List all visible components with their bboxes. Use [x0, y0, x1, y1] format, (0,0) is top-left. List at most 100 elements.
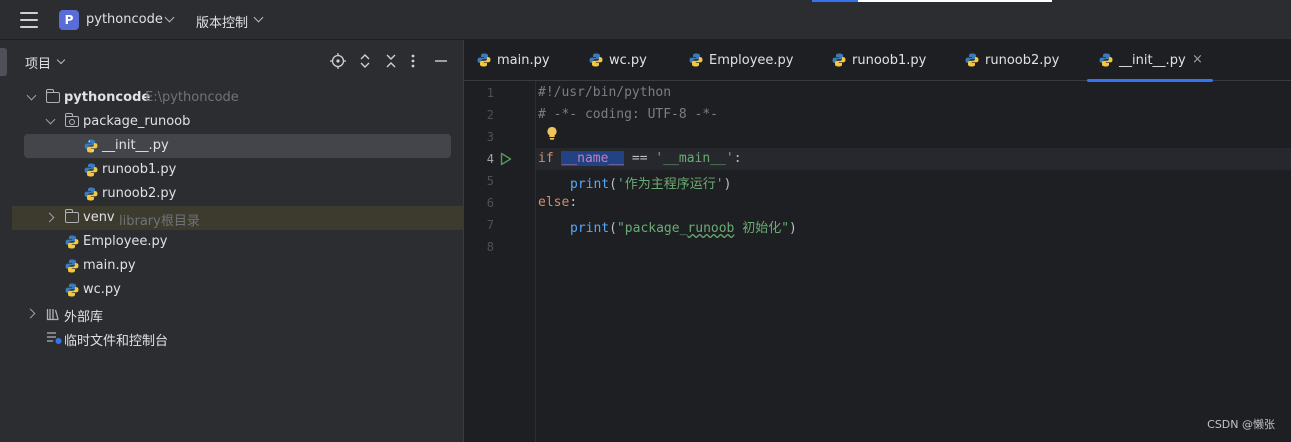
tree-item-scratches[interactable]: 临时文件和控制台 — [12, 326, 463, 350]
folder-icon — [65, 209, 79, 223]
tree-item-init-py[interactable]: __init__.py — [24, 134, 451, 158]
lightbulb-icon[interactable] — [546, 126, 558, 142]
tree-label: package_runoob — [83, 114, 191, 129]
python-file-icon — [477, 53, 491, 67]
tab-wc-py[interactable]: wc.py — [589, 40, 669, 81]
line-number: 2 — [486, 108, 494, 122]
tree-item-package-runoob[interactable]: package_runoob — [12, 110, 463, 134]
watermark: CSDN @懒张 — [1207, 418, 1275, 431]
code-line-4[interactable]: if __name__ == '__main__': — [538, 151, 742, 166]
progress-accent — [812, 0, 858, 2]
panel-title-label: 项目 — [25, 57, 52, 72]
line-number: 3 — [486, 130, 494, 144]
code-line-7[interactable]: print("package_runoob 初始化") — [570, 217, 797, 236]
line-number: 7 — [486, 218, 494, 232]
tree-label: runoob1.py — [102, 162, 177, 177]
tree-label: main.py — [83, 258, 136, 273]
tree-label: pythoncode — [64, 90, 151, 105]
project-tool-button[interactable] — [0, 48, 7, 76]
code-line-6[interactable]: else: — [538, 195, 577, 210]
tree-label: 临时文件和控制台 — [64, 334, 169, 349]
progress-track — [858, 0, 1052, 2]
tree-hint: library根目录 — [119, 214, 200, 229]
tree-label: venv — [83, 210, 115, 225]
tab-label: Employee.py — [709, 53, 794, 68]
tree-item-pythoncode[interactable]: pythoncode E:\pythoncode — [12, 86, 463, 110]
string-literal: "package_ — [616, 221, 688, 236]
panel-title[interactable]: 项目 — [25, 53, 51, 72]
tree-item-main-py[interactable]: main.py — [12, 254, 463, 278]
chevron-down-icon[interactable] — [56, 55, 66, 65]
python-file-icon — [965, 53, 979, 67]
library-icon — [46, 309, 59, 321]
function-name: print — [570, 177, 610, 192]
tab-runoob2-py[interactable]: runoob2.py — [965, 40, 1075, 81]
tab-label: runoob2.py — [985, 53, 1060, 68]
gutter-divider — [535, 81, 536, 442]
close-icon[interactable]: × — [1192, 52, 1203, 67]
scratches-icon — [47, 332, 62, 344]
vcs-menu[interactable]: 版本控制 — [196, 12, 248, 31]
project-badge[interactable]: P — [59, 10, 79, 30]
line-number: 5 — [486, 174, 494, 188]
chevron-right-icon[interactable] — [25, 308, 36, 319]
chevron-right-icon[interactable] — [44, 212, 55, 223]
line-number: 6 — [486, 196, 494, 210]
tree-item-runoob2-py[interactable]: runoob2.py — [12, 182, 463, 206]
code-line-2[interactable]: # -*- coding: UTF-8 -*- — [538, 107, 718, 122]
chevron-down-icon[interactable] — [164, 12, 175, 23]
tree-label: __init__.py — [102, 138, 169, 153]
tree-item-runoob1-py[interactable]: runoob1.py — [12, 158, 463, 182]
line-number: 4 — [486, 152, 494, 166]
tree-item-venv[interactable]: venv library根目录 — [12, 206, 463, 230]
python-file-icon — [84, 139, 98, 153]
hide-panel-icon[interactable] — [434, 53, 448, 69]
tree-item-wc-py[interactable]: wc.py — [12, 278, 463, 302]
python-file-icon — [84, 187, 98, 201]
tree-label: runoob2.py — [102, 186, 177, 201]
python-file-icon — [84, 163, 98, 177]
python-file-icon — [65, 259, 79, 273]
keyword-else: else — [538, 195, 570, 210]
selected-variable: __name__ — [561, 151, 625, 166]
python-file-icon — [1099, 53, 1113, 67]
code-line-5[interactable]: print('作为主程序运行') — [570, 173, 731, 192]
project-switcher[interactable]: pythoncode — [86, 12, 163, 27]
tree-hint: E:\pythoncode — [145, 90, 239, 105]
chevron-down-icon[interactable] — [253, 12, 264, 23]
tree-label: 外部库 — [64, 310, 104, 325]
python-file-icon — [832, 53, 846, 67]
tree-item-external-libraries[interactable]: 外部库 — [12, 302, 463, 326]
tool-window-strip — [0, 40, 12, 442]
locate-icon[interactable] — [330, 53, 346, 69]
tab-runoob1-py[interactable]: runoob1.py — [832, 40, 942, 81]
vcs-label: 版本控制 — [196, 16, 249, 31]
python-file-icon — [689, 53, 703, 67]
paren: ) — [789, 221, 797, 236]
editor-area: main.py wc.py Employee.py runoob1.py run… — [463, 40, 1291, 442]
tab-employee-py[interactable]: Employee.py — [689, 40, 809, 81]
line-number: 8 — [486, 240, 494, 254]
tab-main-py[interactable]: main.py — [477, 40, 567, 81]
tab-init-py[interactable]: __init__.py × — [1087, 40, 1213, 82]
code-line-1[interactable]: #!/usr/bin/python — [538, 85, 671, 100]
tab-label: wc.py — [609, 53, 647, 68]
run-icon[interactable] — [500, 152, 512, 166]
tree-label: wc.py — [83, 282, 121, 297]
string-literal: 初始化" — [734, 221, 790, 236]
more-options-icon[interactable] — [410, 53, 416, 69]
string-literal: '作为主程序运行' — [616, 177, 724, 192]
project-panel: 项目 pythoncode E:\pythoncode package_runo… — [12, 40, 463, 442]
chevron-down-icon[interactable] — [26, 90, 37, 101]
function-name: print — [570, 221, 610, 236]
tree-label: Employee.py — [83, 234, 168, 249]
hamburger-menu-icon[interactable] — [20, 12, 38, 28]
expand-all-icon[interactable] — [358, 53, 372, 69]
chevron-down-icon[interactable] — [45, 114, 56, 125]
collapse-all-icon[interactable] — [384, 53, 398, 69]
tree-item-employee-py[interactable]: Employee.py — [12, 230, 463, 254]
line-number: 1 — [486, 86, 494, 100]
paren: ( — [609, 177, 617, 192]
python-file-icon — [65, 283, 79, 297]
folder-icon — [46, 89, 60, 103]
